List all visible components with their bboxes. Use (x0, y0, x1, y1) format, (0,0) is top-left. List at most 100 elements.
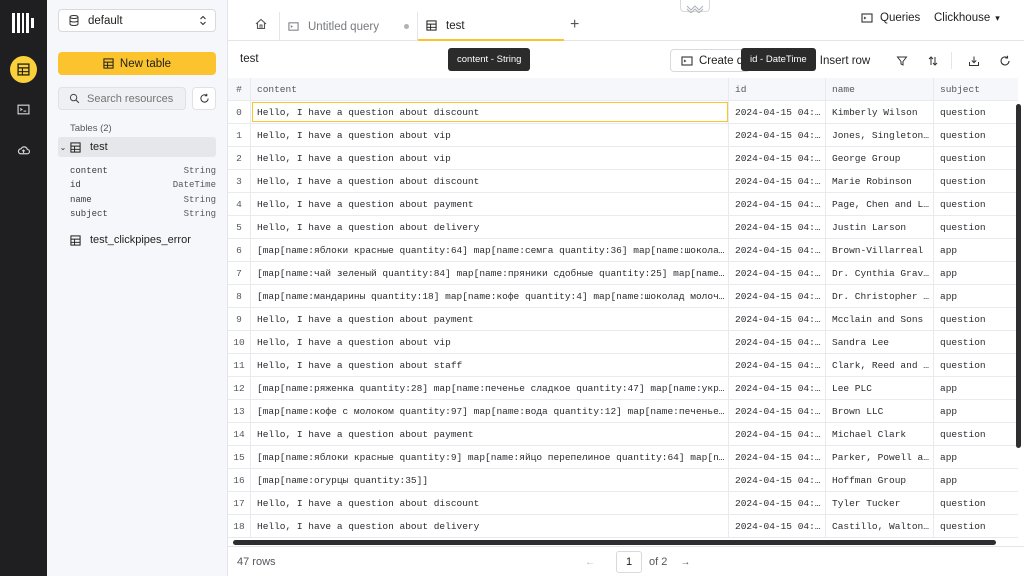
id-cell[interactable]: 2024-04-15 04:… (729, 515, 826, 537)
database-select[interactable]: default (58, 9, 216, 32)
table-row[interactable]: 7 [map[name:чай зеленый quantity:84] map[… (228, 262, 1018, 285)
download-icon[interactable] (962, 49, 985, 72)
table-row[interactable]: 4 Hello, I have a question about payment 2… (228, 193, 1018, 216)
subject-cell[interactable]: app (934, 285, 1018, 307)
subject-cell[interactable]: question (934, 354, 1018, 376)
content-cell[interactable]: Hello, I have a question about discount (251, 101, 729, 123)
queries-button[interactable]: Queries (861, 12, 920, 24)
name-cell[interactable]: Clark, Reed and … (826, 354, 934, 376)
name-cell[interactable]: Kimberly Wilson (826, 101, 934, 123)
table-row[interactable]: 16 [map[name:огурцы quantity:35]] 2024-04-… (228, 469, 1018, 492)
name-cell[interactable]: Marie Robinson (826, 170, 934, 192)
horizontal-scrollbar[interactable] (233, 540, 996, 545)
subject-cell[interactable]: question (934, 515, 1018, 537)
table-row[interactable]: 2 Hello, I have a question about vip 2024-… (228, 147, 1018, 170)
table-row[interactable]: 18 Hello, I have a question about deliver… (228, 515, 1018, 538)
search-resources-box[interactable] (58, 87, 186, 110)
id-cell[interactable]: 2024-04-15 04:… (729, 262, 826, 284)
table-row[interactable]: 15 [map[name:яблоки красные quantity:9] m… (228, 446, 1018, 469)
insert-row-button[interactable]: Insert row (810, 49, 880, 72)
subject-cell[interactable]: question (934, 101, 1018, 123)
content-cell[interactable]: [map[name:мандарины quantity:18] map[nam… (251, 285, 729, 307)
name-cell[interactable]: Parker, Powell a… (826, 446, 934, 468)
content-cell[interactable]: Hello, I have a question about delivery (251, 515, 729, 537)
new-table-button[interactable]: New table (58, 52, 216, 75)
tab-test[interactable]: test (418, 12, 564, 41)
page-number-input[interactable] (616, 551, 642, 573)
filter-icon[interactable] (890, 49, 913, 72)
table-row[interactable]: 1 Hello, I have a question about vip 2024-… (228, 124, 1018, 147)
table-row[interactable]: 3 Hello, I have a question about discount… (228, 170, 1018, 193)
content-cell[interactable]: Hello, I have a question about vip (251, 331, 729, 353)
subject-cell[interactable]: question (934, 147, 1018, 169)
id-cell[interactable]: 2024-04-15 04:… (729, 239, 826, 261)
create-query-button[interactable]: Create query (670, 49, 750, 72)
service-select[interactable]: Clickhouse ▾ (934, 12, 1000, 24)
subject-cell[interactable]: question (934, 193, 1018, 215)
id-cell[interactable]: 2024-04-15 04:… (729, 193, 826, 215)
sql-console-nav-icon[interactable] (10, 96, 37, 123)
subject-cell[interactable]: app (934, 239, 1018, 261)
tables-nav-icon[interactable] (10, 56, 37, 83)
subject-cell[interactable]: question (934, 423, 1018, 445)
column-header-id[interactable]: id (729, 78, 826, 100)
table-row[interactable]: 9 Hello, I have a question about payment 2… (228, 308, 1018, 331)
id-cell[interactable]: 2024-04-15 04:… (729, 124, 826, 146)
content-cell[interactable]: Hello, I have a question about payment (251, 193, 729, 215)
home-tab[interactable] (242, 12, 280, 41)
name-cell[interactable]: Mcclain and Sons (826, 308, 934, 330)
id-cell[interactable]: 2024-04-15 04:… (729, 308, 826, 330)
column-header-subject[interactable]: subject (934, 78, 1018, 100)
previous-page-arrow-icon[interactable]: ← (582, 557, 598, 568)
id-cell[interactable]: 2024-04-15 04:… (729, 101, 826, 123)
name-cell[interactable]: Dr. Christopher … (826, 285, 934, 307)
name-cell[interactable]: Castillo, Walton… (826, 515, 934, 537)
name-cell[interactable]: Lee PLC (826, 377, 934, 399)
id-cell[interactable]: 2024-04-15 04:… (729, 354, 826, 376)
table-row[interactable]: 12 [map[name:ряженка quantity:28] map[nam… (228, 377, 1018, 400)
tab-untitled-query[interactable]: Untitled query (280, 12, 418, 41)
subject-cell[interactable]: app (934, 446, 1018, 468)
content-cell[interactable]: [map[name:яблоки красные quantity:9] map… (251, 446, 729, 468)
id-cell[interactable]: 2024-04-15 04:… (729, 469, 826, 491)
content-cell[interactable]: [map[name:огурцы quantity:35]] (251, 469, 729, 491)
subject-cell[interactable]: app (934, 400, 1018, 422)
content-cell[interactable]: Hello, I have a question about payment (251, 308, 729, 330)
table-row[interactable]: 13 [map[name:кофе с молоком quantity:97] … (228, 400, 1018, 423)
subject-cell[interactable]: question (934, 308, 1018, 330)
subject-cell[interactable]: app (934, 377, 1018, 399)
name-cell[interactable]: George Group (826, 147, 934, 169)
table-row[interactable]: 10 Hello, I have a question about vip 2024… (228, 331, 1018, 354)
column-header-name[interactable]: name (826, 78, 934, 100)
content-cell[interactable]: Hello, I have a question about discount (251, 492, 729, 514)
name-cell[interactable]: Tyler Tucker (826, 492, 934, 514)
id-cell[interactable]: 2024-04-15 04:… (729, 170, 826, 192)
id-cell[interactable]: 2024-04-15 04:… (729, 216, 826, 238)
sort-icon[interactable] (921, 49, 944, 72)
id-cell[interactable]: 2024-04-15 04:… (729, 147, 826, 169)
results-grid[interactable]: # content id name subject 0 Hello, I have… (228, 78, 1024, 545)
table-row[interactable]: 5 Hello, I have a question about delivery… (228, 216, 1018, 239)
content-cell[interactable]: [map[name:ряженка quantity:28] map[name:… (251, 377, 729, 399)
content-cell[interactable]: [map[name:кофе с молоком quantity:97] ma… (251, 400, 729, 422)
name-cell[interactable]: Justin Larson (826, 216, 934, 238)
id-cell[interactable]: 2024-04-15 04:… (729, 285, 826, 307)
subject-cell[interactable]: question (934, 124, 1018, 146)
id-cell[interactable]: 2024-04-15 04:… (729, 492, 826, 514)
subject-cell[interactable]: question (934, 216, 1018, 238)
column-header-content[interactable]: content (251, 78, 729, 100)
content-cell[interactable]: [map[name:чай зеленый quantity:84] map[n… (251, 262, 729, 284)
content-cell[interactable]: Hello, I have a question about payment (251, 423, 729, 445)
table-row[interactable]: 14 Hello, I have a question about payment… (228, 423, 1018, 446)
subject-cell[interactable]: question (934, 492, 1018, 514)
table-row[interactable]: 17 Hello, I have a question about discoun… (228, 492, 1018, 515)
refresh-icon[interactable] (993, 49, 1016, 72)
subject-cell[interactable]: question (934, 331, 1018, 353)
id-cell[interactable]: 2024-04-15 04:… (729, 446, 826, 468)
id-cell[interactable]: 2024-04-15 04:… (729, 400, 826, 422)
cloud-upload-nav-icon[interactable] (10, 137, 37, 164)
name-cell[interactable]: Hoffman Group (826, 469, 934, 491)
search-resources-input[interactable] (87, 92, 177, 105)
name-cell[interactable]: Michael Clark (826, 423, 934, 445)
subject-cell[interactable]: app (934, 262, 1018, 284)
